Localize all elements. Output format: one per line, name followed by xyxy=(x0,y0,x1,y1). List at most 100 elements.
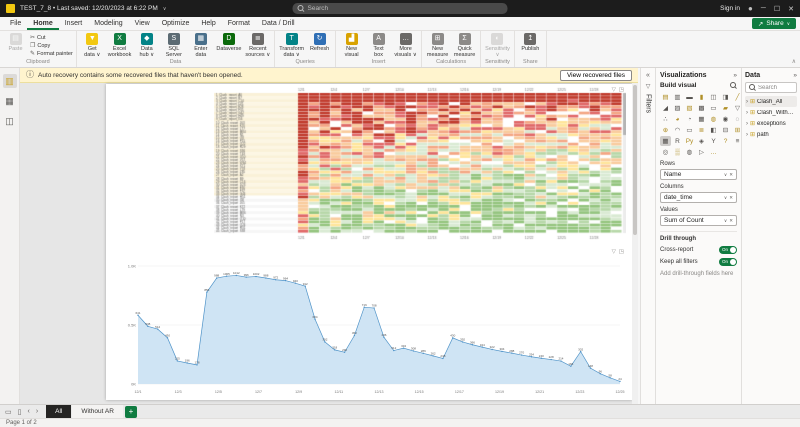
visual-type-matrix-icon[interactable]: ▦ xyxy=(660,136,671,146)
ribbon-button-dataverse[interactable]: D Dataverse xyxy=(215,33,242,52)
report-page[interactable]: ▽ ◳ ▽ ◳ 0K 0.5K 1.0K 641 538 512 430 215 196 178 8… xyxy=(106,84,632,400)
search-fields-icon[interactable] xyxy=(730,82,737,89)
visual-type-area-chart-icon[interactable]: ◢ xyxy=(660,103,671,113)
next-page-icon[interactable]: › xyxy=(34,405,40,418)
cross-report-toggle[interactable]: On xyxy=(719,246,737,254)
visual-type-line-chart-icon[interactable]: ╱ xyxy=(732,92,741,102)
ribbon-collapse-icon[interactable]: ∧ xyxy=(792,58,796,65)
visual-type-ribbon-chart-icon[interactable]: ▭ xyxy=(708,103,719,113)
menu-data-drill[interactable]: Data / Drill xyxy=(256,17,301,30)
page-tab-without-ar[interactable]: Without AR xyxy=(72,405,123,418)
ribbon-button-transform-data[interactable]: T Transform data ∨ xyxy=(278,33,305,58)
visual-type-pie-icon[interactable]: ◕ xyxy=(672,114,683,124)
visual-type-donut-icon[interactable]: ◔ xyxy=(684,114,695,124)
ribbon-button-sensitivity[interactable]: ◐ Sensitivity ∨ xyxy=(484,33,511,58)
visual-type-line-stacked-column-icon[interactable]: ▧ xyxy=(684,103,695,113)
collapse-visualizations-icon[interactable]: » xyxy=(733,72,737,79)
visual-filter-icon[interactable]: ▽ xyxy=(612,248,616,256)
visual-focus-icon[interactable]: ◳ xyxy=(619,86,624,94)
model-view-icon[interactable]: ◫ xyxy=(3,114,17,128)
canvas-scrollbar-thumb[interactable] xyxy=(633,85,637,235)
matrix-visual[interactable]: ▽ ◳ xyxy=(214,86,626,240)
sign-in-link[interactable]: Sign in xyxy=(720,5,740,12)
ribbon-button-data-hub[interactable]: ◆ Data hub ∨ xyxy=(134,33,159,58)
maximize-button[interactable]: ☐ xyxy=(774,5,780,13)
data-search[interactable] xyxy=(745,82,797,93)
ribbon-button-get-data[interactable]: ▼ Get data ∨ xyxy=(80,33,105,58)
data-table-clash-all[interactable]: › ⊞ Clash_All xyxy=(745,96,797,107)
menu-modeling[interactable]: Modeling xyxy=(88,17,128,30)
menu-help[interactable]: Help xyxy=(195,17,221,30)
visual-type-multi-row-card-icon[interactable]: ≣ xyxy=(696,125,707,135)
field-remove-icon[interactable]: ✕ xyxy=(729,195,733,201)
data-table-clash-without-ar[interactable]: ›⊞Clash_Without_AR xyxy=(745,107,797,118)
visual-type-100-stacked-bar-icon[interactable]: ◫ xyxy=(708,92,719,102)
visual-type-qa-icon[interactable]: ? xyxy=(720,136,731,146)
ribbon-button-more-visuals[interactable]: … More visuals ∨ xyxy=(393,33,418,58)
menu-file[interactable]: File xyxy=(4,17,27,30)
visual-type-decomposition-tree-icon[interactable]: Y xyxy=(708,136,719,146)
ribbon-button-new-visual[interactable]: ▟ New visual xyxy=(339,33,364,58)
view-recovered-files-button[interactable]: View recovered files xyxy=(559,69,632,81)
menu-format[interactable]: Format xyxy=(222,17,256,30)
visual-type-power-apps-icon[interactable]: ▷ xyxy=(696,147,707,157)
global-search-input[interactable] xyxy=(307,5,503,12)
ribbon-button-format-painter[interactable]: ✎ Format painter xyxy=(30,50,73,58)
keep-all-filters-toggle[interactable]: On xyxy=(719,258,737,266)
visual-type-slicer-icon[interactable]: ⊟ xyxy=(720,125,731,135)
menu-view[interactable]: View xyxy=(129,17,156,30)
visual-filter-icon[interactable]: ▽ xyxy=(612,86,616,94)
columns-field-pill[interactable]: date_time ∨ ✕ xyxy=(660,192,737,203)
close-button[interactable]: ✕ xyxy=(788,5,794,13)
visual-type-metrics-icon[interactable]: ◎ xyxy=(660,147,671,157)
visual-type-clustered-bar-icon[interactable]: ▬ xyxy=(684,92,695,102)
share-button[interactable]: ↗ Share ∨ xyxy=(751,18,796,29)
expand-chevron-icon[interactable]: › xyxy=(746,99,748,105)
field-dropdown-icon[interactable]: ∨ xyxy=(724,218,727,224)
visual-type-azure-map-icon[interactable]: ⊕ xyxy=(660,125,671,135)
global-search[interactable] xyxy=(292,3,508,14)
expand-chevron-icon[interactable]: › xyxy=(746,121,748,127)
visual-type-card-icon[interactable]: ▭ xyxy=(684,125,695,135)
visual-type-stacked-bar-icon[interactable]: ▤ xyxy=(660,92,671,102)
menu-optimize[interactable]: Optimize xyxy=(156,17,196,30)
ribbon-button-excel-workbook[interactable]: X Excel workbook xyxy=(107,33,133,58)
data-table-path[interactable]: › ⊞ path xyxy=(745,129,797,140)
canvas-scrollbar[interactable] xyxy=(632,83,638,404)
expand-filters-icon[interactable]: « xyxy=(646,72,650,79)
ribbon-button-recent-sources[interactable]: ≣ Recent sources ∨ xyxy=(244,33,271,58)
visual-type-filled-map-icon[interactable]: ◉ xyxy=(720,114,731,124)
expand-chevron-icon[interactable]: › xyxy=(746,110,748,116)
visual-type-paginated-report-icon[interactable]: ▒ xyxy=(672,147,683,157)
visual-focus-icon[interactable]: ◳ xyxy=(619,248,624,256)
prev-page-icon[interactable]: ‹ xyxy=(25,405,31,418)
ribbon-button-sql-server[interactable]: S SQL Server xyxy=(161,33,186,58)
visual-type-funnel-icon[interactable]: ▽ xyxy=(732,103,741,113)
data-search-input[interactable] xyxy=(758,84,793,91)
visual-type-r-script-icon[interactable]: R xyxy=(672,136,683,146)
visual-type-clustered-column-icon[interactable]: ▮ xyxy=(696,92,707,102)
menu-home[interactable]: Home xyxy=(27,17,58,30)
data-table-exceptions[interactable]: › ⊞ exceptions xyxy=(745,118,797,129)
ribbon-button-enter-data[interactable]: ▦ Enter data xyxy=(188,33,213,58)
new-page-button[interactable]: + xyxy=(124,405,137,418)
visual-type-key-influencers-icon[interactable]: ◈ xyxy=(696,136,707,146)
ribbon-button-text-box[interactable]: A Text box xyxy=(366,33,391,58)
ribbon-button-paste[interactable]: ▤ Paste xyxy=(3,33,28,52)
report-view-icon[interactable]: ▥ xyxy=(2,74,17,88)
field-remove-icon[interactable]: ✕ xyxy=(729,218,733,224)
visual-type-gauge-icon[interactable]: ◠ xyxy=(672,125,683,135)
ribbon-button-copy[interactable]: ❐ Copy xyxy=(30,42,73,50)
visual-type-stacked-area-icon[interactable]: ▨ xyxy=(672,103,683,113)
ribbon-button-publish[interactable]: ↥ Publish xyxy=(518,33,543,52)
visual-type-line-clustered-column-icon[interactable]: ▩ xyxy=(696,103,707,113)
filters-panel-collapsed[interactable]: « ▽ Filters xyxy=(640,68,656,404)
table-view-icon[interactable]: ▦ xyxy=(3,94,17,108)
field-dropdown-icon[interactable]: ∨ xyxy=(724,195,727,201)
desktop-layout-icon[interactable]: ▭ xyxy=(3,405,14,418)
visual-type-more-visuals-icon[interactable]: … xyxy=(708,147,719,157)
visual-type-treemap-icon[interactable]: ▦ xyxy=(696,114,707,124)
collapse-data-panel-icon[interactable]: » xyxy=(793,72,797,79)
visual-type-shape-map-icon[interactable]: ◌ xyxy=(732,114,741,124)
ribbon-button-cut[interactable]: ✂ Cut xyxy=(30,34,73,42)
